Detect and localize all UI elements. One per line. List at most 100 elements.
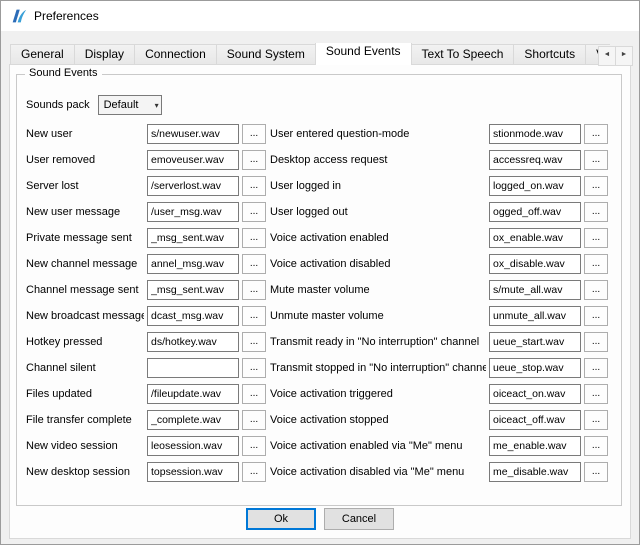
- sound-file-input[interactable]: [489, 306, 581, 326]
- sound-event-label: Server lost: [26, 180, 144, 192]
- sound-event-row: Channel message sent...: [26, 277, 266, 303]
- browse-button[interactable]: ...: [584, 228, 608, 248]
- browse-button[interactable]: ...: [584, 358, 608, 378]
- sound-file-input[interactable]: [489, 176, 581, 196]
- sound-file-input[interactable]: [489, 384, 581, 404]
- browse-button[interactable]: ...: [242, 410, 266, 430]
- tab-text-to-speech[interactable]: Text To Speech: [411, 44, 515, 65]
- browse-button[interactable]: ...: [242, 384, 266, 404]
- tab-shortcuts[interactable]: Shortcuts: [513, 44, 586, 65]
- sound-event-row: User logged out...: [270, 199, 608, 225]
- sound-file-input[interactable]: [489, 462, 581, 482]
- sound-events-column-right: User entered question-mode...Desktop acc…: [270, 121, 608, 485]
- tab-scroll-control: ◄ ►: [598, 46, 633, 66]
- browse-button[interactable]: ...: [584, 150, 608, 170]
- window-title: Preferences: [34, 9, 99, 23]
- sound-event-label: Mute master volume: [270, 284, 486, 296]
- sound-event-label: New user message: [26, 206, 144, 218]
- browse-button[interactable]: ...: [242, 306, 266, 326]
- browse-button[interactable]: ...: [242, 124, 266, 144]
- browse-button[interactable]: ...: [584, 306, 608, 326]
- tab-scroll-left-icon[interactable]: ◄: [598, 46, 616, 66]
- sound-file-input[interactable]: [489, 358, 581, 378]
- browse-button[interactable]: ...: [242, 254, 266, 274]
- tab-general[interactable]: General: [10, 44, 75, 65]
- sound-file-input[interactable]: [147, 228, 239, 248]
- sound-event-label: Voice activation disabled: [270, 258, 486, 270]
- sound-file-input[interactable]: [147, 384, 239, 404]
- browse-button[interactable]: ...: [584, 280, 608, 300]
- tab-scroll-right-icon[interactable]: ►: [615, 46, 633, 66]
- sound-file-input[interactable]: [147, 462, 239, 482]
- sound-event-row: Channel silent...: [26, 355, 266, 381]
- chevron-down-icon: ▾: [155, 101, 159, 110]
- sound-file-input[interactable]: [147, 124, 239, 144]
- ok-button[interactable]: Ok: [246, 508, 316, 530]
- browse-button[interactable]: ...: [584, 436, 608, 456]
- sound-event-row: User removed...: [26, 147, 266, 173]
- sound-file-input[interactable]: [147, 306, 239, 326]
- browse-button[interactable]: ...: [242, 202, 266, 222]
- sound-event-label: Transmit stopped in "No interruption" ch…: [270, 362, 486, 374]
- sound-event-label: User entered question-mode: [270, 128, 486, 140]
- sound-event-label: New channel message: [26, 258, 144, 270]
- sound-file-input[interactable]: [147, 280, 239, 300]
- sounds-pack-value: Default: [104, 99, 139, 111]
- browse-button[interactable]: ...: [584, 124, 608, 144]
- sound-file-input[interactable]: [147, 254, 239, 274]
- browse-button[interactable]: ...: [584, 176, 608, 196]
- sound-file-input[interactable]: [147, 410, 239, 430]
- sound-event-label: Voice activation triggered: [270, 388, 486, 400]
- sound-event-label: Voice activation enabled: [270, 232, 486, 244]
- sound-file-input[interactable]: [489, 202, 581, 222]
- sound-file-input[interactable]: [489, 254, 581, 274]
- browse-button[interactable]: ...: [242, 176, 266, 196]
- sound-file-input[interactable]: [147, 202, 239, 222]
- sound-event-row: Voice activation triggered...: [270, 381, 608, 407]
- sound-event-label: Hotkey pressed: [26, 336, 144, 348]
- tab-connection[interactable]: Connection: [134, 44, 217, 65]
- tab-sound-events[interactable]: Sound Events: [315, 43, 412, 65]
- sound-event-label: New desktop session: [26, 466, 144, 478]
- sound-file-input[interactable]: [489, 410, 581, 430]
- browse-button[interactable]: ...: [242, 358, 266, 378]
- browse-button[interactable]: ...: [584, 202, 608, 222]
- sound-event-label: New video session: [26, 440, 144, 452]
- sound-file-input[interactable]: [147, 436, 239, 456]
- cancel-button[interactable]: Cancel: [324, 508, 394, 530]
- sound-file-input[interactable]: [147, 150, 239, 170]
- sound-event-row: New channel message...: [26, 251, 266, 277]
- sound-event-row: Hotkey pressed...: [26, 329, 266, 355]
- sound-event-row: New user...: [26, 121, 266, 147]
- sounds-pack-combobox[interactable]: Default ▾: [98, 95, 162, 115]
- sound-file-input[interactable]: [489, 124, 581, 144]
- sound-event-row: Transmit ready in "No interruption" chan…: [270, 329, 608, 355]
- browse-button[interactable]: ...: [242, 280, 266, 300]
- browse-button[interactable]: ...: [584, 410, 608, 430]
- browse-button[interactable]: ...: [584, 254, 608, 274]
- browse-button[interactable]: ...: [242, 462, 266, 482]
- sound-file-input[interactable]: [489, 150, 581, 170]
- sound-file-input[interactable]: [147, 176, 239, 196]
- browse-button[interactable]: ...: [584, 332, 608, 352]
- sound-file-input[interactable]: [489, 332, 581, 352]
- sound-file-input[interactable]: [147, 332, 239, 352]
- sound-file-input[interactable]: [489, 228, 581, 248]
- sound-file-input[interactable]: [489, 280, 581, 300]
- sound-event-label: Unmute master volume: [270, 310, 486, 322]
- browse-button[interactable]: ...: [242, 332, 266, 352]
- sound-event-label: Channel message sent: [26, 284, 144, 296]
- sound-event-label: New broadcast message: [26, 310, 144, 322]
- tab-display[interactable]: Display: [74, 44, 135, 65]
- sound-file-input[interactable]: [147, 358, 239, 378]
- sound-event-row: Mute master volume...: [270, 277, 608, 303]
- browse-button[interactable]: ...: [242, 228, 266, 248]
- browse-button[interactable]: ...: [242, 150, 266, 170]
- sound-event-label: Transmit ready in "No interruption" chan…: [270, 336, 486, 348]
- browse-button[interactable]: ...: [584, 462, 608, 482]
- browse-button[interactable]: ...: [242, 436, 266, 456]
- sound-file-input[interactable]: [489, 436, 581, 456]
- tab-sound-system[interactable]: Sound System: [216, 44, 316, 65]
- sound-event-row: Voice activation enabled via "Me" menu..…: [270, 433, 608, 459]
- browse-button[interactable]: ...: [584, 384, 608, 404]
